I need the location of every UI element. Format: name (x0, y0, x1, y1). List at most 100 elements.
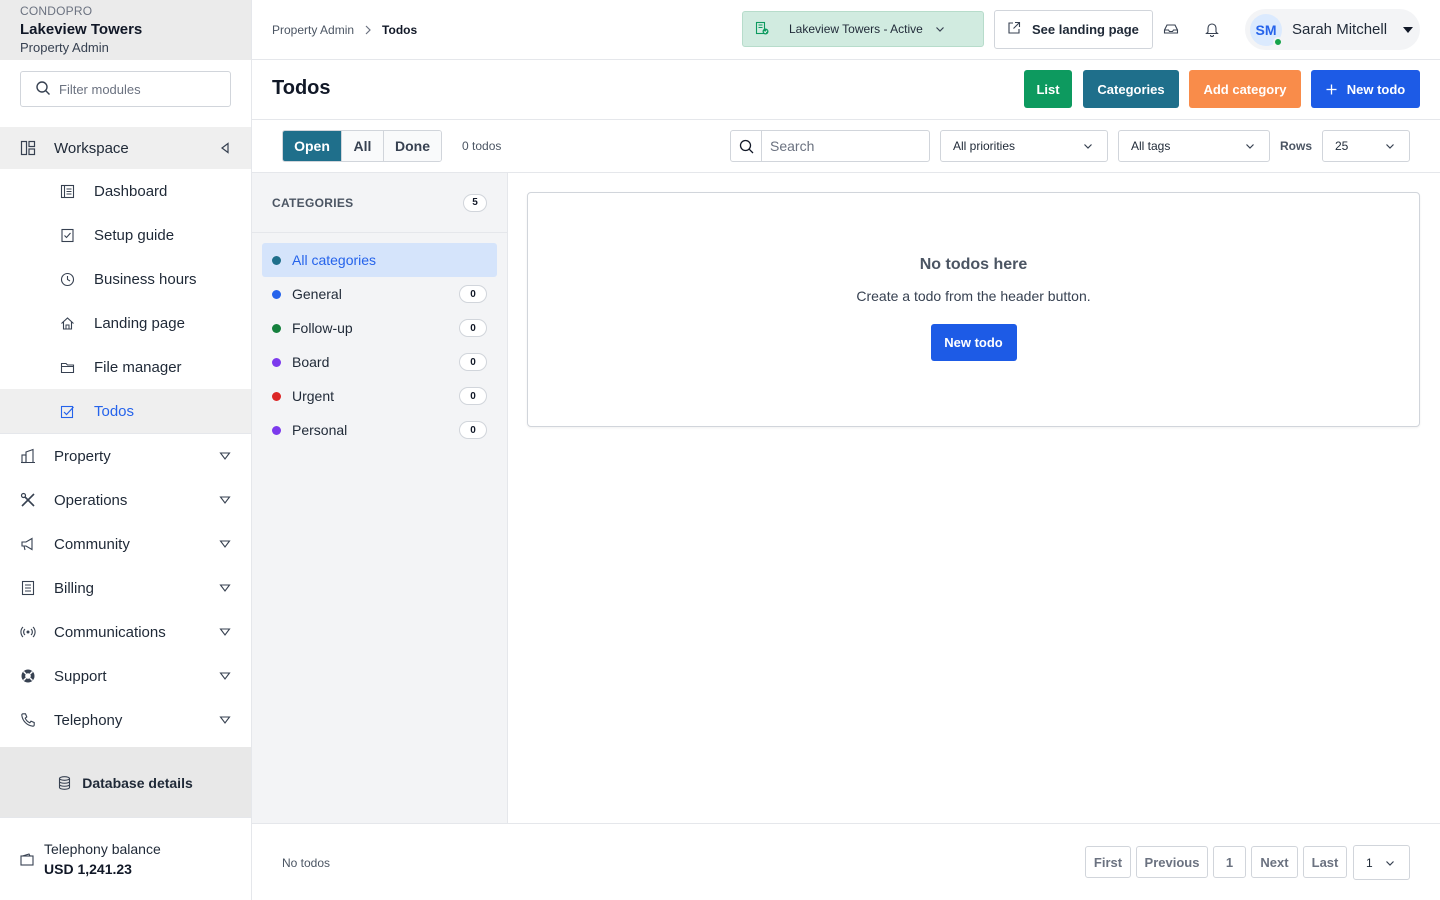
sidebar-item-file-manager[interactable]: File manager (0, 345, 251, 389)
search-icon (35, 80, 51, 99)
todo-icon (60, 404, 75, 419)
sidebar-group-community[interactable]: Community (0, 522, 251, 566)
first-page-button[interactable]: First (1085, 846, 1131, 878)
filter-toolbar: Open All Done 0 todos All priorities All… (252, 120, 1440, 173)
rows-select-value: 25 (1335, 139, 1349, 153)
chevron-down-icon (935, 22, 945, 36)
sidebar-item-dashboard[interactable]: Dashboard (0, 169, 251, 213)
tags-select[interactable]: All tags (1118, 130, 1270, 162)
brand-role: Property Admin (20, 40, 109, 55)
tab-all[interactable]: All (342, 131, 384, 161)
page-select[interactable]: 1 (1353, 845, 1410, 880)
category-item[interactable]: Board 0 (262, 345, 497, 379)
avatar-initials: SM (1255, 21, 1277, 38)
see-landing-page-button[interactable]: See landing page (994, 10, 1153, 49)
sidebar-group-billing[interactable]: Billing (0, 566, 251, 610)
category-item[interactable]: General 0 (262, 277, 497, 311)
rows-select[interactable]: 25 (1322, 130, 1410, 162)
sidebar-group-property[interactable]: Property (0, 434, 251, 478)
sidebar-group-support[interactable]: Support (0, 654, 251, 698)
phone-icon (20, 712, 36, 728)
sidebar-item-label: Todos (94, 402, 135, 420)
sidebar: CONDOPRO Lakeview Towers Property Admin … (0, 0, 252, 900)
property-select[interactable]: Lakeview Towers - Active (742, 11, 984, 47)
sidebar-item-label: Dashboard (94, 182, 168, 200)
chevron-down-icon (219, 538, 231, 550)
status-tabs: Open All Done (282, 130, 442, 162)
category-name: Follow-up (292, 320, 353, 336)
sidebar-group-operations[interactable]: Operations (0, 478, 251, 522)
pagination-footer: No todos First Previous 1 Next Last 1 (252, 823, 1440, 900)
priority-select-value: All priorities (953, 139, 1016, 153)
sidebar-item-business-hours[interactable]: Business hours (0, 257, 251, 301)
empty-state-text: Create a todo from the header button. (856, 288, 1091, 304)
priority-select[interactable]: All priorities (940, 130, 1108, 162)
brand-sup: CONDOPRO (20, 4, 93, 18)
database-details-label: Database details (82, 775, 193, 791)
next-page-button[interactable]: Next (1251, 846, 1298, 878)
category-item[interactable]: All categories (262, 243, 497, 277)
sidebar-item-label: File manager (94, 358, 182, 376)
sidebar-group-label: Billing (54, 579, 95, 597)
category-count-badge: 0 (459, 285, 487, 303)
database-icon (58, 776, 71, 790)
tab-open[interactable]: Open (283, 131, 342, 161)
last-page-button[interactable]: Last (1303, 846, 1347, 878)
wallet-icon (20, 852, 34, 866)
sidebar-item-todos[interactable]: Todos (0, 389, 251, 433)
pagination-status: No todos (282, 856, 331, 870)
database-details-button[interactable]: Database details (0, 747, 251, 819)
list-button[interactable]: List (1024, 70, 1072, 108)
categories-panel: CATEGORIES 5 All categories General 0 Follo… (252, 173, 508, 824)
filter-modules-input[interactable] (59, 81, 219, 97)
external-link-icon (1007, 21, 1021, 38)
page-select-value: 1 (1366, 855, 1373, 870)
sidebar-group-label: Support (54, 667, 107, 685)
online-status-dot (1273, 36, 1283, 47)
categories-button[interactable]: Categories (1083, 70, 1179, 108)
search-input[interactable] (770, 138, 920, 154)
building-icon (20, 448, 36, 464)
new-todo-button[interactable]: New todo (1311, 70, 1420, 108)
category-item[interactable]: Follow-up 0 (262, 311, 497, 345)
category-color-dot (272, 391, 281, 401)
property-select-value: Lakeview Towers - Active (789, 22, 923, 36)
chevron-down-icon (219, 626, 231, 638)
category-item[interactable]: Urgent 0 (262, 379, 497, 413)
category-name: Personal (292, 422, 348, 438)
filter-box (20, 71, 231, 107)
category-list: All categories General 0 Follow-up 0 Board 0 Ur… (252, 233, 507, 447)
empty-state-new-todo-button[interactable]: New todo (930, 324, 1017, 361)
chevron-down-icon (1385, 856, 1395, 870)
breadcrumb-root[interactable]: Property Admin (272, 23, 354, 37)
category-color-dot (272, 357, 281, 367)
breadcrumb-current: Todos (382, 22, 418, 37)
sidebar-group-label: Community (54, 535, 130, 553)
category-item[interactable]: Personal 0 (262, 413, 497, 447)
bell-icon[interactable] (1204, 21, 1220, 37)
chevron-right-icon (364, 25, 372, 35)
category-color-dot (272, 323, 281, 333)
page-number-button[interactable]: 1 (1213, 846, 1246, 878)
inbox-icon[interactable] (1163, 21, 1179, 37)
sidebar-item-label: Business hours (94, 270, 197, 288)
chevron-down-icon (1245, 139, 1255, 153)
sidebar-group-telephony[interactable]: Telephony (0, 698, 251, 742)
sidebar-group-workspace[interactable]: Workspace (0, 127, 251, 169)
empty-state: No todos here Create a todo from the hea… (527, 192, 1420, 427)
page-header: Todos List Categories Add category New t… (252, 60, 1440, 120)
category-name: All categories (292, 252, 377, 268)
add-category-button[interactable]: Add category (1189, 70, 1301, 108)
empty-state-heading: No todos here (919, 256, 1028, 273)
tab-done[interactable]: Done (384, 131, 441, 161)
sidebar-item-landing-page[interactable]: Landing page (0, 301, 251, 345)
sidebar-group-label: Workspace (54, 139, 129, 157)
sidebar-group-communications[interactable]: Communications (0, 610, 251, 654)
checklist-icon (60, 228, 75, 243)
sidebar-item-setup-guide[interactable]: Setup guide (0, 213, 251, 257)
sidebar-group-label: Operations (54, 491, 128, 509)
chevron-down-icon (219, 450, 231, 462)
avatar: SM (1250, 13, 1283, 47)
previous-page-button[interactable]: Previous (1136, 846, 1208, 878)
user-menu[interactable]: SM Sarah Mitchell (1245, 9, 1420, 50)
